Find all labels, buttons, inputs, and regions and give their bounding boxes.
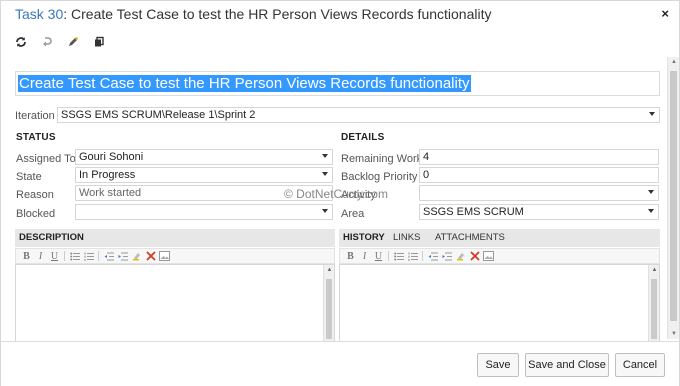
- backlog-priority-value: 0: [423, 169, 430, 181]
- area-value: SSGS EMS SCRUM: [423, 206, 524, 218]
- toolbar-divider: [388, 251, 389, 261]
- work-item-dialog: Task 30: Create Test Case to test the HR…: [0, 0, 680, 386]
- insert-image-icon[interactable]: [159, 251, 170, 262]
- scroll-up-icon[interactable]: ▲: [324, 267, 335, 273]
- save-and-close-button[interactable]: Save and Close: [525, 353, 609, 377]
- outdent-icon[interactable]: [427, 251, 438, 262]
- clear-format-icon[interactable]: [145, 251, 156, 262]
- indent-icon[interactable]: [441, 251, 452, 262]
- work-item-title-field[interactable]: Create Test Case to test the HR Person V…: [15, 71, 660, 96]
- scroll-up-icon[interactable]: ▲: [649, 267, 660, 273]
- reason-label: Reason: [16, 189, 54, 201]
- bullet-list-icon[interactable]: [69, 251, 80, 262]
- chevron-down-icon: [322, 172, 328, 176]
- assigned-to-value: Gouri Sohoni: [79, 151, 144, 163]
- area-select[interactable]: SSGS EMS SCRUM: [419, 204, 659, 220]
- history-rich-text-toolbar: B I U: [339, 248, 660, 264]
- underline-button[interactable]: U: [49, 251, 60, 262]
- scrollbar-thumb[interactable]: [670, 71, 677, 321]
- toolbar-divider: [98, 251, 99, 261]
- insert-image-icon[interactable]: [483, 251, 494, 262]
- save-button[interactable]: Save: [477, 353, 519, 377]
- assigned-to-label: Assigned To: [16, 153, 76, 165]
- blocked-label: Blocked: [16, 208, 56, 220]
- chevron-down-icon: [648, 190, 654, 194]
- italic-button[interactable]: I: [359, 251, 370, 262]
- reason-value: Work started: [79, 187, 142, 199]
- refresh-icon[interactable]: [13, 34, 29, 50]
- chevron-down-icon: [322, 209, 328, 213]
- history-scrollbar[interactable]: ▲: [648, 265, 659, 341]
- dialog-scrollbar[interactable]: ▲ ▼: [667, 57, 679, 339]
- assigned-to-select[interactable]: Gouri Sohoni: [75, 149, 333, 165]
- highlight-icon[interactable]: [131, 251, 142, 262]
- dialog-footer: Save Save and Close Cancel: [1, 341, 679, 386]
- indent-icon[interactable]: [117, 251, 128, 262]
- history-panel-header: HISTORY LINKS ATTACHMENTS: [339, 229, 660, 247]
- bold-button[interactable]: B: [345, 251, 356, 262]
- tab-attachments[interactable]: ATTACHMENTS: [435, 232, 505, 243]
- backlog-priority-field[interactable]: 0: [419, 167, 659, 183]
- edit-icon[interactable]: [65, 34, 81, 50]
- undo-icon[interactable]: [39, 34, 55, 50]
- scrollbar-thumb[interactable]: [651, 279, 657, 339]
- description-heading: DESCRIPTION: [19, 232, 84, 243]
- history-editor[interactable]: ▲: [339, 264, 660, 342]
- remaining-work-field[interactable]: 4: [419, 149, 659, 165]
- scroll-down-icon[interactable]: ▼: [668, 331, 680, 337]
- state-label: State: [16, 171, 42, 183]
- cancel-button[interactable]: Cancel: [615, 353, 665, 377]
- italic-button[interactable]: I: [35, 251, 46, 262]
- tab-links[interactable]: LINKS: [393, 232, 420, 243]
- work-item-title-text: Create Test Case to test the HR Person V…: [18, 75, 471, 92]
- description-panel-header: DESCRIPTION: [15, 229, 335, 247]
- tab-history[interactable]: HISTORY: [343, 232, 385, 243]
- description-scrollbar[interactable]: ▲: [323, 265, 334, 341]
- area-label: Area: [341, 208, 365, 220]
- title-text: : Create Test Case to test the HR Person…: [63, 6, 492, 22]
- chevron-down-icon: [322, 154, 328, 158]
- close-icon[interactable]: ×: [661, 6, 669, 21]
- toolbar: [13, 34, 107, 50]
- iteration-label: Iteration: [15, 110, 55, 122]
- description-editor[interactable]: ▲: [15, 264, 335, 342]
- status-heading: STATUS: [16, 132, 56, 143]
- description-rich-text-toolbar: B I U: [15, 248, 335, 264]
- remaining-work-value: 4: [423, 151, 430, 163]
- toolbar-divider: [64, 251, 65, 261]
- watermark: © DotNetCurry.com: [284, 187, 388, 201]
- outdent-icon[interactable]: [103, 251, 114, 262]
- remaining-work-label: Remaining Work: [341, 153, 423, 165]
- underline-button[interactable]: U: [373, 251, 384, 262]
- toolbar-divider: [422, 251, 423, 261]
- numbered-list-icon[interactable]: [83, 251, 94, 262]
- copy-icon[interactable]: [91, 34, 107, 50]
- blocked-select[interactable]: [75, 204, 333, 220]
- activity-select[interactable]: [419, 185, 659, 201]
- highlight-icon[interactable]: [455, 251, 466, 262]
- state-select[interactable]: In Progress: [75, 167, 333, 183]
- clear-format-icon[interactable]: [469, 251, 480, 262]
- scroll-up-icon[interactable]: ▲: [668, 59, 680, 65]
- title-bar: Task 30: Create Test Case to test the HR…: [1, 1, 679, 29]
- scrollbar-thumb[interactable]: [326, 279, 332, 339]
- window-title: Task 30: Create Test Case to test the HR…: [15, 6, 492, 22]
- state-value: In Progress: [79, 169, 136, 181]
- chevron-down-icon: [649, 112, 655, 116]
- bullet-list-icon[interactable]: [393, 251, 404, 262]
- task-id: Task 30: [15, 6, 64, 22]
- iteration-value: SSGS EMS SCRUM\Release 1\Sprint 2: [61, 109, 256, 121]
- numbered-list-icon[interactable]: [407, 251, 418, 262]
- bold-button[interactable]: B: [21, 251, 32, 262]
- chevron-down-icon: [648, 209, 654, 213]
- details-heading: DETAILS: [341, 132, 385, 143]
- iteration-select[interactable]: SSGS EMS SCRUM\Release 1\Sprint 2: [57, 107, 660, 123]
- backlog-priority-label: Backlog Priority: [341, 171, 418, 183]
